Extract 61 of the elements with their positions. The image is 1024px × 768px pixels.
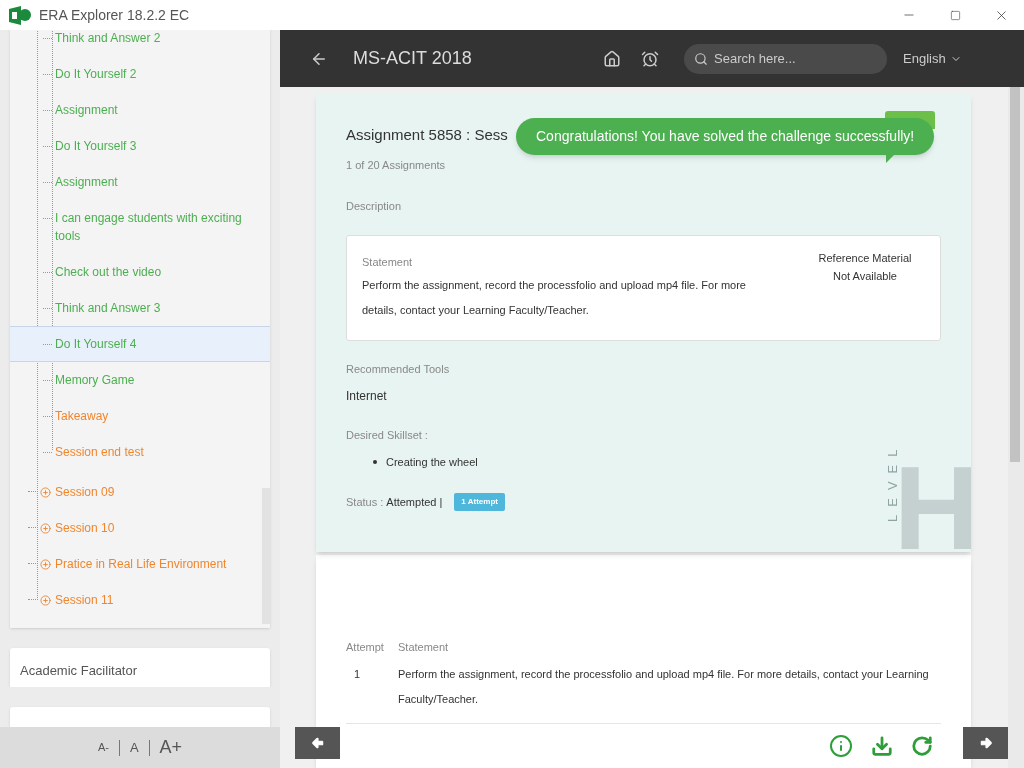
tree-item[interactable]: Takeaway xyxy=(10,398,270,434)
tree-item[interactable]: Do It Yourself 2 xyxy=(10,56,270,92)
info-icon[interactable] xyxy=(829,734,853,758)
expand-icon[interactable] xyxy=(40,558,51,570)
attempt-number: 1 xyxy=(353,666,362,682)
session-item[interactable]: Pratice in Real Life Environment xyxy=(10,546,270,582)
tree-item[interactable]: Do It Yourself 4 xyxy=(10,326,270,362)
tools-label: Recommended Tools xyxy=(346,361,451,377)
download-icon[interactable] xyxy=(871,735,893,757)
column-header: Attempt xyxy=(346,640,385,655)
tools-value: Internet xyxy=(346,388,388,405)
reference-text: Not Available xyxy=(833,268,897,284)
expand-icon[interactable] xyxy=(40,594,51,606)
tree-item[interactable]: Session end test xyxy=(10,434,270,470)
window-title: ERA Explorer 18.2.2 EC xyxy=(39,5,190,25)
maximize-icon[interactable] xyxy=(949,9,961,21)
tree-item[interactable]: Do It Yourself 3 xyxy=(10,128,270,164)
language-dropdown[interactable]: English xyxy=(903,48,962,69)
session-item[interactable]: Session 10 xyxy=(10,510,270,546)
success-toast: Congratulations! You have solved the challenge successfully! xyxy=(516,118,935,155)
expand-icon[interactable] xyxy=(40,486,51,498)
font-size-button[interactable]: A xyxy=(129,737,139,758)
tree-item[interactable]: Assignment xyxy=(10,164,270,200)
column-header: Statement xyxy=(398,640,449,655)
status-label: Status : xyxy=(346,494,384,510)
tree-item[interactable]: Assignment xyxy=(10,92,270,128)
alarm-icon[interactable] xyxy=(641,49,659,68)
search-icon xyxy=(694,51,708,66)
session-item[interactable]: Session 09 xyxy=(10,474,270,510)
tree-item[interactable]: Think and Answer 3 xyxy=(10,290,270,326)
reference-text: Reference Material xyxy=(818,250,912,266)
skill-item: Creating the wheel xyxy=(373,453,478,470)
refresh-icon[interactable] xyxy=(911,735,933,757)
next-button[interactable] xyxy=(963,727,1008,759)
tree-item[interactable]: I can engage students with exciting tools xyxy=(10,200,270,254)
attempts-badge: 1 Attempt xyxy=(454,493,505,511)
home-icon[interactable] xyxy=(603,49,621,68)
tree-item[interactable]: Check out the video xyxy=(10,254,270,290)
tree-item[interactable]: Memory Game xyxy=(10,362,270,398)
tree-item[interactable]: Think and Answer 2 xyxy=(10,30,270,56)
toast-tail xyxy=(886,155,894,163)
description-label: Description xyxy=(346,199,403,214)
attempt-statement: Perform the assignment, record the processfolio and upload mp4 file. For more details, contact your Learning Faculty/Teacher. xyxy=(398,666,930,707)
left-arrow-icon xyxy=(310,736,325,750)
app-logo-icon xyxy=(7,4,33,26)
statement-text: Perform the assignment, record the processfolio and upload mp4 file. For more details, contact your Learning Faculty/Teacher. xyxy=(362,278,747,318)
session-item[interactable]: Session 11 xyxy=(10,582,270,618)
role-card[interactable]: Academic Facilitator xyxy=(10,648,270,687)
font-size-button[interactable]: A- xyxy=(97,739,109,756)
scrollbar-thumb[interactable] xyxy=(1010,87,1020,462)
assignment-title: Assignment 5858 : Sess xyxy=(346,125,508,145)
font-size-button[interactable]: A+ xyxy=(159,734,183,761)
search-field[interactable]: Search here... xyxy=(684,43,887,74)
expand-icon[interactable] xyxy=(40,522,51,534)
course-title: MS-ACIT 2018 xyxy=(353,47,473,70)
status-value: Attempted | xyxy=(386,494,443,510)
assignment-count: 1 of 20 Assignments xyxy=(346,157,446,173)
previous-button[interactable] xyxy=(295,727,340,759)
skillset-label: Desired Skillset : xyxy=(346,428,429,443)
right-arrow-icon xyxy=(978,736,993,750)
statement-label: Statement xyxy=(362,254,414,270)
